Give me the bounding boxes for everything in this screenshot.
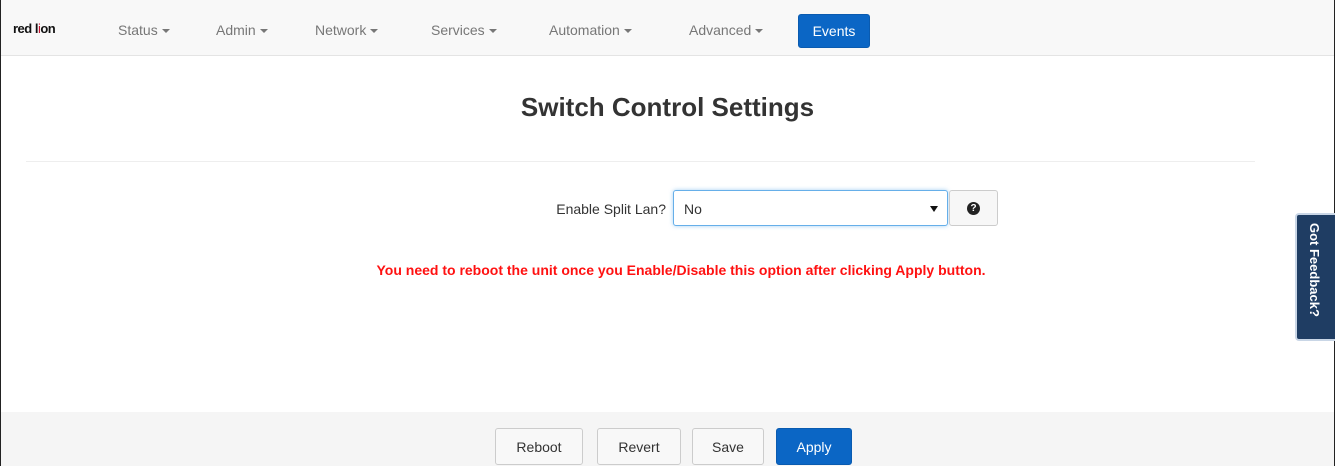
caret-down-icon <box>755 29 764 34</box>
red-lion-logo[interactable]: red lion <box>13 21 56 36</box>
nav-events-button[interactable]: Events <box>798 14 870 48</box>
caret-down-icon <box>161 29 170 34</box>
caret-down-icon <box>259 29 268 34</box>
nav-advanced-label: Advanced <box>689 22 752 38</box>
apply-button[interactable]: Apply <box>776 428 852 465</box>
caret-down-icon <box>370 29 379 34</box>
caret-down-icon <box>623 29 632 34</box>
dropdown-arrow-icon <box>930 206 938 212</box>
revert-button[interactable]: Revert <box>597 428 681 465</box>
nav-network-menu[interactable]: Network <box>315 22 379 38</box>
reboot-button[interactable]: Reboot <box>495 428 583 465</box>
split-lan-label: Enable Split Lan? <box>556 201 666 217</box>
question-circle-icon: ? <box>967 201 980 215</box>
nav-admin-label: Admin <box>216 22 256 38</box>
title-divider <box>26 161 1255 162</box>
nav-network-label: Network <box>315 22 367 38</box>
feedback-label: Got Feedback? <box>1307 223 1322 317</box>
nav-automation-menu[interactable]: Automation <box>549 22 632 38</box>
page-title: Switch Control Settings <box>520 92 815 122</box>
nav-admin-menu[interactable]: Admin <box>216 22 268 38</box>
nav-services-menu[interactable]: Services <box>431 22 497 38</box>
caret-down-icon <box>488 29 497 34</box>
nav-services-label: Services <box>431 22 485 38</box>
save-button[interactable]: Save <box>692 428 764 465</box>
split-lan-selected-value: No <box>684 201 702 217</box>
nav-status-menu[interactable]: Status <box>118 22 170 38</box>
footer-action-bar: Reboot Revert Save Apply <box>1 412 1334 466</box>
feedback-tab[interactable]: Got Feedback? <box>1295 213 1335 341</box>
nav-automation-label: Automation <box>549 22 620 38</box>
nav-advanced-menu[interactable]: Advanced <box>689 22 764 38</box>
nav-status-label: Status <box>118 22 158 38</box>
top-navbar: red lion Status Admin Network Services A… <box>1 0 1334 56</box>
split-lan-select[interactable]: No <box>673 190 948 226</box>
reboot-warning-text: You need to reboot the unit once you Ena… <box>376 262 986 278</box>
help-button[interactable]: ? <box>949 190 998 226</box>
